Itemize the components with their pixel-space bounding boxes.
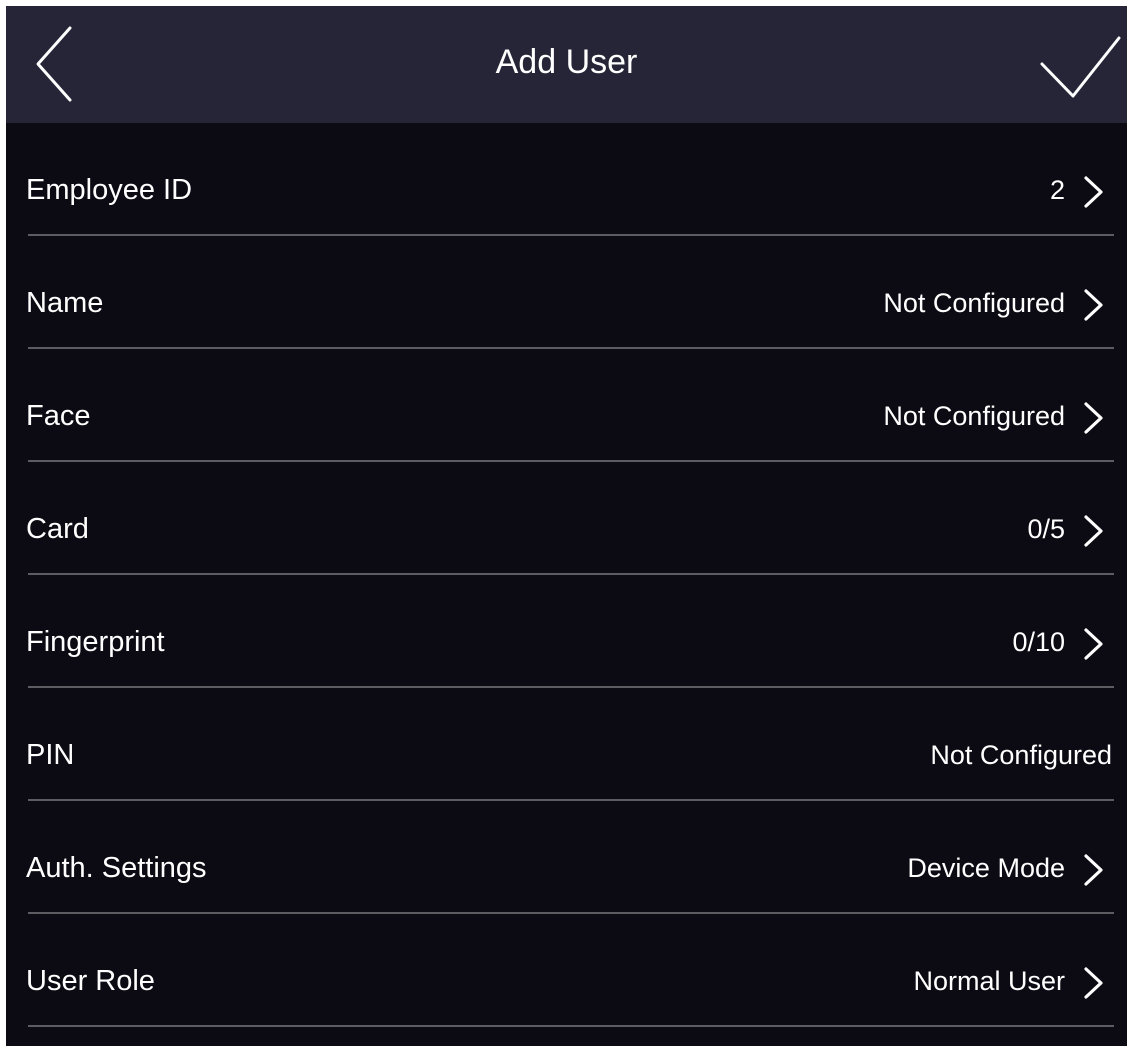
row-value: Normal User	[913, 966, 1065, 996]
row-label: Auth. Settings	[26, 852, 207, 884]
user-field-list: Employee ID 2 Name Not Configured Face N…	[6, 123, 1127, 1027]
row-face[interactable]: Face Not Configured	[6, 349, 1127, 462]
row-name[interactable]: Name Not Configured	[6, 236, 1127, 349]
add-user-screen: Add User Employee ID 2 Name Not Configur…	[6, 6, 1127, 1046]
chevron-right-icon	[1084, 628, 1103, 660]
row-employee-id[interactable]: Employee ID 2	[6, 123, 1127, 236]
checkmark-icon	[1040, 36, 1121, 98]
chevron-right-icon	[1084, 176, 1103, 208]
row-label: User Role	[26, 965, 155, 997]
row-label: Fingerprint	[26, 626, 165, 658]
row-card[interactable]: Card 0/5	[6, 462, 1127, 575]
row-value: Not Configured	[883, 401, 1065, 431]
row-value: 0/5	[1027, 514, 1065, 544]
chevron-left-icon	[36, 26, 72, 102]
row-value: Device Mode	[907, 853, 1065, 883]
row-fingerprint[interactable]: Fingerprint 0/10	[6, 575, 1127, 688]
row-pin[interactable]: PIN Not Configured	[6, 688, 1127, 801]
row-user-role[interactable]: User Role Normal User	[6, 914, 1127, 1027]
confirm-button[interactable]	[1027, 16, 1127, 112]
back-button[interactable]	[20, 20, 100, 108]
row-label: Name	[26, 287, 104, 319]
page-title: Add User	[495, 43, 638, 81]
row-label: PIN	[26, 739, 75, 771]
chevron-right-icon	[1084, 289, 1103, 321]
row-value: 2	[1049, 175, 1065, 205]
chevron-right-icon	[1084, 402, 1103, 434]
row-label: Face	[26, 400, 91, 432]
divider	[28, 1025, 1114, 1027]
row-label: Card	[26, 513, 89, 545]
chevron-right-icon	[1084, 854, 1103, 886]
row-auth-settings[interactable]: Auth. Settings Device Mode	[6, 801, 1127, 914]
row-value: 0/10	[1012, 627, 1065, 657]
chevron-right-icon	[1084, 515, 1103, 547]
row-value: Not Configured	[883, 288, 1065, 318]
chevron-right-icon	[1084, 967, 1103, 999]
row-value: Not Configured	[930, 740, 1112, 770]
header-bar: Add User	[6, 6, 1127, 123]
row-label: Employee ID	[26, 174, 193, 206]
